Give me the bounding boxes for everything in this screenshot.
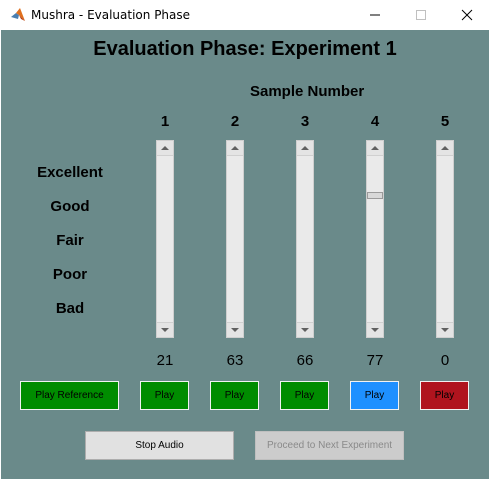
rating-value-2: 63: [226, 352, 244, 369]
chevron-down-icon: [371, 328, 379, 332]
matlab-icon: [11, 8, 25, 21]
play-reference-button[interactable]: Play Reference: [20, 381, 119, 410]
scale-label-excellent: Excellent: [37, 164, 103, 181]
slider-down-arrow[interactable]: [297, 322, 313, 337]
close-icon: [461, 9, 473, 21]
chevron-up-icon: [161, 146, 169, 150]
slider-down-arrow[interactable]: [367, 322, 383, 337]
rating-value-5: 0: [440, 352, 450, 369]
slider-up-arrow[interactable]: [297, 141, 313, 156]
rating-value-4: 77: [366, 352, 384, 369]
sample-number-1: 1: [160, 113, 170, 130]
page-title: Evaluation Phase: Experiment 1: [93, 38, 397, 60]
play-button-5[interactable]: Play: [420, 381, 469, 410]
minimize-button[interactable]: [352, 0, 398, 30]
chevron-up-icon: [441, 146, 449, 150]
maximize-icon: [416, 10, 426, 20]
rating-value-1: 21: [156, 352, 174, 369]
figure-client-area: Evaluation Phase: Experiment 1 Sample Nu…: [1, 30, 489, 479]
chevron-up-icon: [231, 146, 239, 150]
slider-down-arrow[interactable]: [227, 322, 243, 337]
rating-slider-5[interactable]: [436, 140, 454, 338]
sample-number-4: 4: [370, 113, 380, 130]
play-button-3[interactable]: Play: [280, 381, 329, 410]
scale-label-poor: Poor: [52, 266, 88, 283]
slider-up-arrow[interactable]: [367, 141, 383, 156]
play-button-4[interactable]: Play: [350, 381, 399, 410]
scale-label-bad: Bad: [55, 300, 85, 317]
rating-value-3: 66: [296, 352, 314, 369]
rating-slider-4[interactable]: [366, 140, 384, 338]
sample-number-5: 5: [440, 113, 450, 130]
chevron-down-icon: [301, 328, 309, 332]
play-button-2[interactable]: Play: [210, 381, 259, 410]
slider-down-arrow[interactable]: [157, 322, 173, 337]
proceed-next-experiment-button: Proceed to Next Experiment: [255, 431, 404, 460]
stop-audio-button[interactable]: Stop Audio: [85, 431, 234, 460]
rating-slider-1[interactable]: [156, 140, 174, 338]
sample-number-2: 2: [230, 113, 240, 130]
title-bar: Mushra - Evaluation Phase: [0, 0, 490, 30]
sample-number-header: Sample Number: [250, 83, 365, 100]
chevron-up-icon: [301, 146, 309, 150]
chevron-down-icon: [231, 328, 239, 332]
rating-slider-2[interactable]: [226, 140, 244, 338]
slider-up-arrow[interactable]: [227, 141, 243, 156]
sample-number-3: 3: [300, 113, 310, 130]
close-button[interactable]: [444, 0, 490, 30]
rating-slider-3[interactable]: [296, 140, 314, 338]
maximize-button: [398, 0, 444, 30]
chevron-down-icon: [161, 328, 169, 332]
chevron-up-icon: [371, 146, 379, 150]
slider-up-arrow[interactable]: [437, 141, 453, 156]
minimize-icon: [370, 14, 380, 16]
slider-up-arrow[interactable]: [157, 141, 173, 156]
scale-label-fair: Fair: [56, 232, 84, 249]
chevron-down-icon: [441, 328, 449, 332]
play-button-1[interactable]: Play: [140, 381, 189, 410]
slider-down-arrow[interactable]: [437, 322, 453, 337]
slider-thumb[interactable]: [367, 192, 383, 200]
window-title: Mushra - Evaluation Phase: [31, 8, 191, 22]
scale-label-good: Good: [50, 198, 90, 215]
